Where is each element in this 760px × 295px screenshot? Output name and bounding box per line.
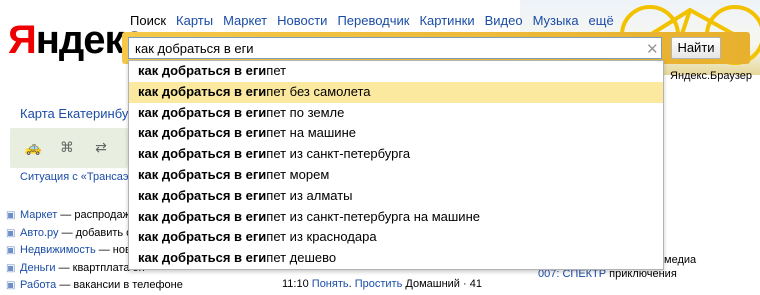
map-title[interactable]: Карта Екатеринбу: [20, 106, 128, 121]
cart-icon: ▣: [6, 210, 16, 221]
nav-search[interactable]: Поиск: [130, 13, 166, 28]
nav-market[interactable]: Маркет: [223, 13, 267, 28]
taxi-icon[interactable]: 🚕: [22, 136, 44, 158]
suggestion-item[interactable]: как добраться в египет из краснодара: [129, 227, 663, 248]
nav-maps[interactable]: Карты: [176, 13, 213, 28]
browser-link[interactable]: Яндекс.Браузер: [670, 70, 752, 82]
suggestion-item[interactable]: как добраться в египет дешево: [129, 248, 663, 269]
nav-translate[interactable]: Переводчик: [337, 13, 409, 28]
suggestion-item[interactable]: как добраться в египет из санкт-петербур…: [129, 144, 663, 165]
binoculars-icon[interactable]: ⌘: [56, 136, 78, 158]
money-icon: ▣: [6, 262, 16, 274]
service-row: ▣ Работа — вакансии в телефоне: [6, 277, 183, 295]
nav-images[interactable]: Картинки: [419, 13, 474, 28]
suggestion-item[interactable]: как добраться в египет на машине: [129, 123, 663, 144]
suggestion-item[interactable]: как добраться в египет по земле: [129, 103, 663, 124]
car-icon: ▣: [6, 227, 16, 239]
briefcase-icon: ▣: [6, 280, 16, 291]
search-input[interactable]: как добраться в еги: [128, 37, 662, 59]
suggestion-item[interactable]: как добраться в египет морем: [129, 165, 663, 186]
house-icon: ▣: [6, 245, 16, 256]
nav-music[interactable]: Музыка: [533, 13, 579, 28]
suggestion-item[interactable]: как добраться в египет из санкт-петербур…: [129, 207, 663, 228]
find-button[interactable]: Найти: [671, 37, 721, 59]
nav-video[interactable]: Видео: [485, 13, 523, 28]
tv-program-line: 11:10 Понять. Простить Домашний · 41: [282, 278, 482, 290]
clear-icon[interactable]: ✕: [646, 40, 659, 58]
route-icon[interactable]: ⇄: [90, 136, 112, 158]
suggestion-item[interactable]: как добраться в египет: [129, 61, 663, 82]
suggestions-dropdown: как добраться в египет как добраться в е…: [128, 60, 664, 270]
suggestion-item[interactable]: как добраться в египет из алматы: [129, 186, 663, 207]
tv-media-text: медиа: [664, 254, 697, 266]
services-nav: Поиск Карты Маркет Новости Переводчик Ка…: [130, 13, 614, 28]
nav-more[interactable]: ещё: [589, 13, 614, 28]
suggestion-item-selected[interactable]: как добраться в египет без самолета: [129, 81, 663, 103]
nav-news[interactable]: Новости: [277, 13, 327, 28]
